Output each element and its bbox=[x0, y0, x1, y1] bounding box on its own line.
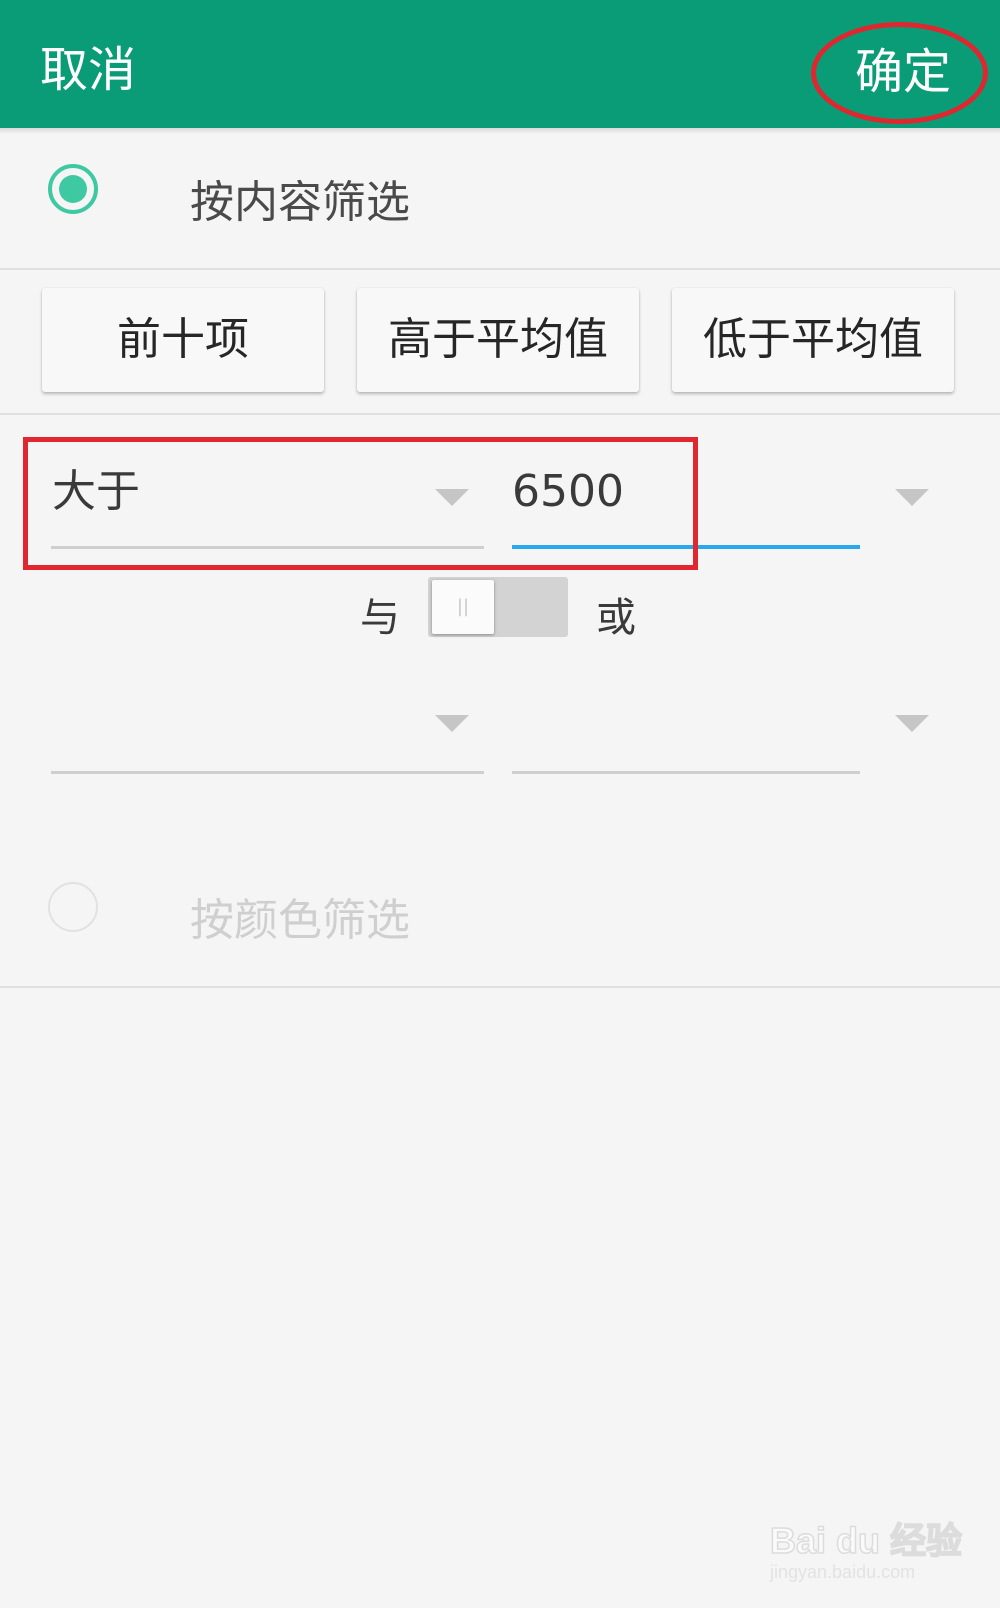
below-average-button[interactable]: 低于平均值 bbox=[672, 288, 954, 392]
dropdown-arrow-icon[interactable] bbox=[435, 489, 469, 506]
top-bar: 取消 确定 bbox=[0, 0, 1000, 128]
confirm-button[interactable]: 确定 bbox=[855, 42, 951, 102]
dropdown-arrow-icon[interactable] bbox=[435, 715, 469, 732]
filter-by-content-option[interactable]: 按内容筛选 bbox=[0, 134, 1000, 268]
divider bbox=[0, 986, 1000, 988]
condition2-operator-underline bbox=[51, 771, 484, 774]
condition1-value-underline bbox=[512, 545, 860, 549]
baidu-watermark-logo: Bai du 经验 jingyan.baidu.com bbox=[769, 1500, 970, 1590]
or-label: 或 bbox=[596, 595, 636, 641]
watermark-brand: Bai du 经验 bbox=[769, 1519, 963, 1562]
above-average-button[interactable]: 高于平均值 bbox=[357, 288, 639, 392]
radio-selected-icon[interactable] bbox=[48, 164, 98, 214]
watermark-url: jingyan.baidu.com bbox=[770, 1562, 916, 1582]
divider bbox=[0, 268, 1000, 270]
dropdown-arrow-icon[interactable] bbox=[895, 489, 929, 506]
filter-by-color-option[interactable]: 按颜色筛选 bbox=[0, 852, 1000, 986]
radio-unselected-icon[interactable] bbox=[48, 882, 98, 932]
condition1-value-input[interactable]: 6500 bbox=[512, 464, 624, 520]
dropdown-arrow-icon[interactable] bbox=[895, 715, 929, 732]
and-or-toggle[interactable]: || bbox=[428, 577, 568, 637]
condition1-operator-select[interactable]: 大于 bbox=[52, 464, 140, 520]
condition2-value-underline bbox=[512, 771, 860, 774]
and-label: 与 bbox=[360, 595, 400, 641]
condition1-operator-underline bbox=[51, 546, 484, 549]
divider bbox=[0, 413, 1000, 415]
filter-by-content-label: 按内容筛选 bbox=[190, 177, 410, 228]
toggle-knob[interactable]: || bbox=[432, 580, 494, 634]
top-ten-button[interactable]: 前十项 bbox=[42, 288, 324, 392]
cancel-button[interactable]: 取消 bbox=[40, 40, 136, 100]
filter-by-color-label: 按颜色筛选 bbox=[190, 895, 410, 946]
